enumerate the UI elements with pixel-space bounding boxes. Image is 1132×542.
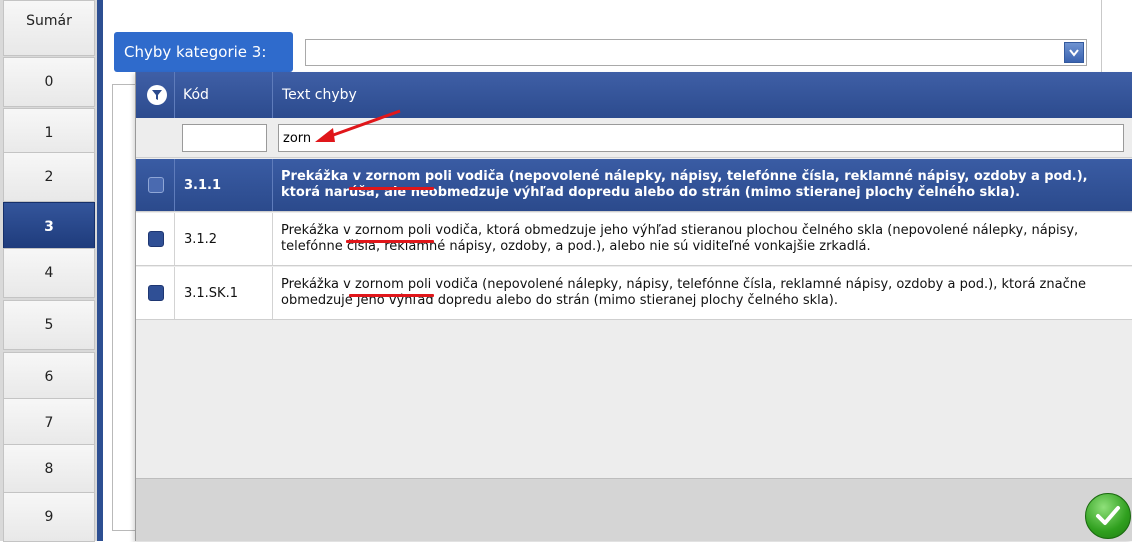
column-header-code[interactable]: Kód	[183, 72, 209, 118]
sidebar-item-0[interactable]: 0	[3, 57, 95, 107]
sidebar-item-label: Sumár	[26, 13, 72, 29]
red-arrow-annotation	[315, 109, 401, 142]
sidebar-item-label: 9	[44, 509, 54, 525]
table-row[interactable]: 3.1.SK.1 Prekážka v zornom poli vodiča (…	[136, 267, 1132, 320]
sidebar-item-label: 2	[44, 169, 54, 185]
column-divider	[272, 213, 273, 265]
error-picker-popup: Kód Text chyby 3.1.1 Prekážka v zornom p…	[135, 72, 1132, 541]
sidebar-item-6[interactable]: 6	[3, 352, 95, 402]
header-label: Text chyby	[282, 87, 357, 103]
sidebar-item-label: 5	[44, 317, 54, 333]
sidebar-item-1[interactable]: 1	[3, 108, 95, 158]
divider	[1101, 0, 1102, 80]
sidebar-item-label: 4	[44, 265, 54, 281]
highlight-underline	[349, 294, 434, 297]
sidebar-item-7[interactable]: 7	[3, 398, 95, 448]
table-row[interactable]: 3.1.1 Prekážka v zornom poli vodiča (nep…	[136, 159, 1132, 212]
sidebar-item-8[interactable]: 8	[3, 444, 95, 494]
sidebar-item-label: 7	[44, 415, 54, 431]
row-select-cell	[136, 159, 174, 211]
table-row[interactable]: 3.1.2 Prekážka v zornom poli vodiča, kto…	[136, 213, 1132, 266]
grid-header: Kód Text chyby	[136, 72, 1132, 118]
sidebar-item-5[interactable]: 5	[3, 300, 95, 350]
sidebar-item-4[interactable]: 4	[3, 248, 95, 298]
sidebar-item-label: 0	[44, 74, 54, 90]
highlight-underline	[346, 240, 434, 243]
highlight-underline	[349, 187, 434, 190]
category-label: Chyby kategorie 3:	[114, 32, 293, 72]
column-divider	[272, 72, 273, 118]
popup-footer	[136, 478, 1132, 541]
column-divider	[174, 267, 175, 319]
header-label: Kód	[183, 87, 209, 103]
column-divider	[272, 159, 273, 211]
sidebar-item-summary[interactable]: Sumár	[3, 0, 95, 56]
sidebar-item-2[interactable]: 2	[3, 152, 95, 202]
sidebar-item-3[interactable]: 3	[3, 202, 95, 252]
check-icon	[1096, 506, 1120, 525]
row-code: 3.1.SK.1	[184, 285, 238, 301]
chevron-down-icon[interactable]	[1064, 42, 1084, 63]
row-code: 3.1.1	[184, 177, 222, 193]
row-checkbox[interactable]	[148, 285, 164, 301]
column-divider	[174, 72, 175, 118]
code-filter-input[interactable]	[182, 124, 267, 152]
sidebar-item-label: 6	[44, 369, 54, 385]
sidebar-item-label: 8	[44, 461, 54, 477]
row-text: Prekážka v zornom poli vodiča (nepovolen…	[281, 277, 1086, 308]
row-select-cell	[136, 213, 174, 265]
category-select[interactable]	[305, 39, 1087, 66]
row-text: Prekážka v zornom poli vodiča (nepovolen…	[281, 169, 1088, 200]
sidebar-item-label: 3	[44, 219, 54, 235]
row-code: 3.1.2	[184, 231, 218, 247]
filter-row	[136, 118, 1132, 158]
column-divider	[174, 213, 175, 265]
category-sidebar: Sumár 0 1 2 3 4 5 6 7 8 9	[0, 0, 97, 542]
confirm-button[interactable]	[1085, 493, 1131, 539]
column-divider	[272, 267, 273, 319]
row-checkbox[interactable]	[148, 231, 164, 247]
row-checkbox[interactable]	[148, 177, 164, 193]
filter-icon[interactable]	[147, 85, 167, 105]
sidebar-item-label: 1	[44, 125, 54, 141]
row-text: Prekážka v zornom poli vodiča, ktorá obm…	[281, 223, 1079, 254]
sidebar-item-9[interactable]: 9	[3, 492, 95, 542]
column-divider	[174, 159, 175, 211]
row-select-cell	[136, 267, 174, 319]
